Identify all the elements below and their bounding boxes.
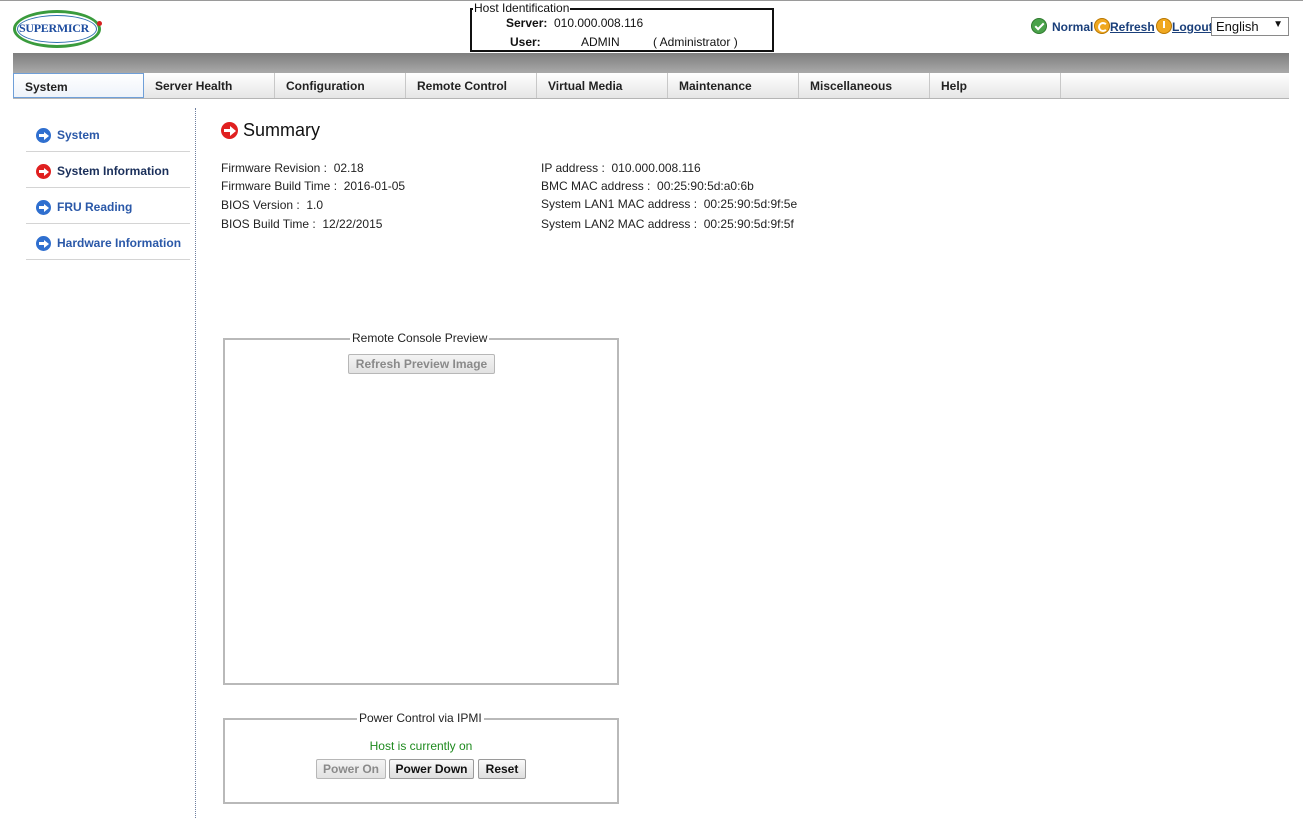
- nav-server-health[interactable]: Server Health: [144, 73, 275, 98]
- power-control-legend: Power Control via IPMI: [357, 711, 484, 725]
- firmware-revision-row: Firmware Revision : 02.18: [221, 161, 364, 175]
- logout-icon[interactable]: [1156, 18, 1172, 34]
- server-value: 010.000.008.116: [554, 16, 644, 30]
- sidebar-item-hardware-information[interactable]: Hardware Information: [26, 225, 190, 260]
- nav-help[interactable]: Help: [930, 73, 1061, 98]
- server-label: Server:: [506, 16, 548, 30]
- lan2-mac-row: System LAN2 MAC address : 00:25:90:5d:9f…: [541, 217, 794, 231]
- info-value: 1.0: [306, 198, 324, 212]
- refresh-link[interactable]: Refresh: [1110, 20, 1155, 34]
- ip-address-row: IP address : 010.000.008.116: [541, 161, 701, 175]
- info-value: 00:25:90:5d:9f:5f: [703, 217, 794, 231]
- sidebar-item-system[interactable]: System: [26, 117, 190, 152]
- language-value: English: [1216, 19, 1259, 34]
- sidebar-separator: [195, 108, 196, 818]
- bios-build-time-row: BIOS Build Time : 12/22/2015: [221, 217, 382, 231]
- host-identification-legend: Host Identification: [473, 1, 571, 15]
- logo-text: SUPERMICR: [19, 21, 89, 35]
- info-value: 02.18: [333, 161, 364, 175]
- remote-console-legend: Remote Console Preview: [350, 331, 490, 345]
- info-value: 12/22/2015: [322, 217, 383, 231]
- nav-maintenance[interactable]: Maintenance: [668, 73, 799, 98]
- lan1-mac-row: System LAN1 MAC address : 00:25:90:5d:9f…: [541, 197, 797, 211]
- refresh-icon[interactable]: [1094, 18, 1110, 34]
- logout-link[interactable]: Logout: [1172, 20, 1213, 34]
- firmware-build-time-row: Firmware Build Time : 2016-01-05: [221, 179, 405, 193]
- user-label: User:: [510, 35, 541, 49]
- info-label: Firmware Build Time :: [221, 179, 338, 193]
- chevron-down-icon: ▼: [1273, 19, 1283, 30]
- info-label: Firmware Revision :: [221, 161, 328, 175]
- sidebar-item-system-information[interactable]: System Information: [26, 153, 190, 188]
- status-text: Normal: [1052, 20, 1094, 34]
- nav-configuration[interactable]: Configuration: [275, 73, 406, 98]
- arrow-right-icon: [36, 236, 51, 251]
- status-ok-icon: [1031, 18, 1047, 34]
- remote-console-preview-panel: [223, 338, 619, 685]
- user-role: ( Administrator ): [653, 35, 738, 49]
- info-value: 010.000.008.116: [611, 161, 701, 175]
- sidebar-item-fru-reading[interactable]: FRU Reading: [26, 189, 190, 224]
- logo-dot: [97, 21, 102, 26]
- nav-virtual-media[interactable]: Virtual Media: [537, 73, 668, 98]
- supermicro-logo: SUPERMICR: [13, 10, 103, 50]
- info-label: System LAN2 MAC address :: [541, 217, 698, 231]
- header-band: [13, 53, 1289, 73]
- bmc-mac-row: BMC MAC address : 00:25:90:5d:a0:6b: [541, 179, 754, 193]
- nav-miscellaneous[interactable]: Miscellaneous: [799, 73, 930, 98]
- info-value: 00:25:90:5d:a0:6b: [657, 179, 754, 193]
- main-nav: System Server Health Configuration Remot…: [13, 73, 1289, 99]
- top-border-line: [0, 0, 1303, 1]
- nav-remote-control[interactable]: Remote Control: [406, 73, 537, 98]
- host-power-status: Host is currently on: [369, 739, 473, 753]
- sidebar-item-label: Hardware Information: [57, 236, 182, 250]
- nav-system[interactable]: System: [13, 73, 144, 98]
- user-value: ADMIN: [581, 35, 620, 49]
- page-title: Summary: [243, 120, 321, 140]
- bios-version-row: BIOS Version : 1.0: [221, 198, 323, 212]
- power-on-button[interactable]: Power On: [316, 759, 386, 779]
- info-value: 2016-01-05: [343, 179, 406, 193]
- info-label: BIOS Build Time :: [221, 217, 316, 231]
- power-down-button[interactable]: Power Down: [389, 759, 474, 779]
- language-select[interactable]: English ▼: [1211, 17, 1289, 36]
- sidebar-item-label: System: [57, 128, 100, 142]
- summary-arrow-icon: [221, 122, 238, 139]
- info-label: System LAN1 MAC address :: [541, 197, 698, 211]
- info-value: 00:25:90:5d:9f:5e: [703, 197, 798, 211]
- arrow-right-icon: [36, 164, 51, 179]
- info-label: BIOS Version :: [221, 198, 300, 212]
- arrow-right-icon: [36, 200, 51, 215]
- arrow-right-icon: [36, 128, 51, 143]
- reset-button[interactable]: Reset: [478, 759, 526, 779]
- sidebar-item-label: System Information: [57, 164, 170, 178]
- info-label: BMC MAC address :: [541, 179, 651, 193]
- sidebar-item-label: FRU Reading: [57, 200, 133, 214]
- info-label: IP address :: [541, 161, 605, 175]
- refresh-preview-button[interactable]: Refresh Preview Image: [348, 354, 495, 374]
